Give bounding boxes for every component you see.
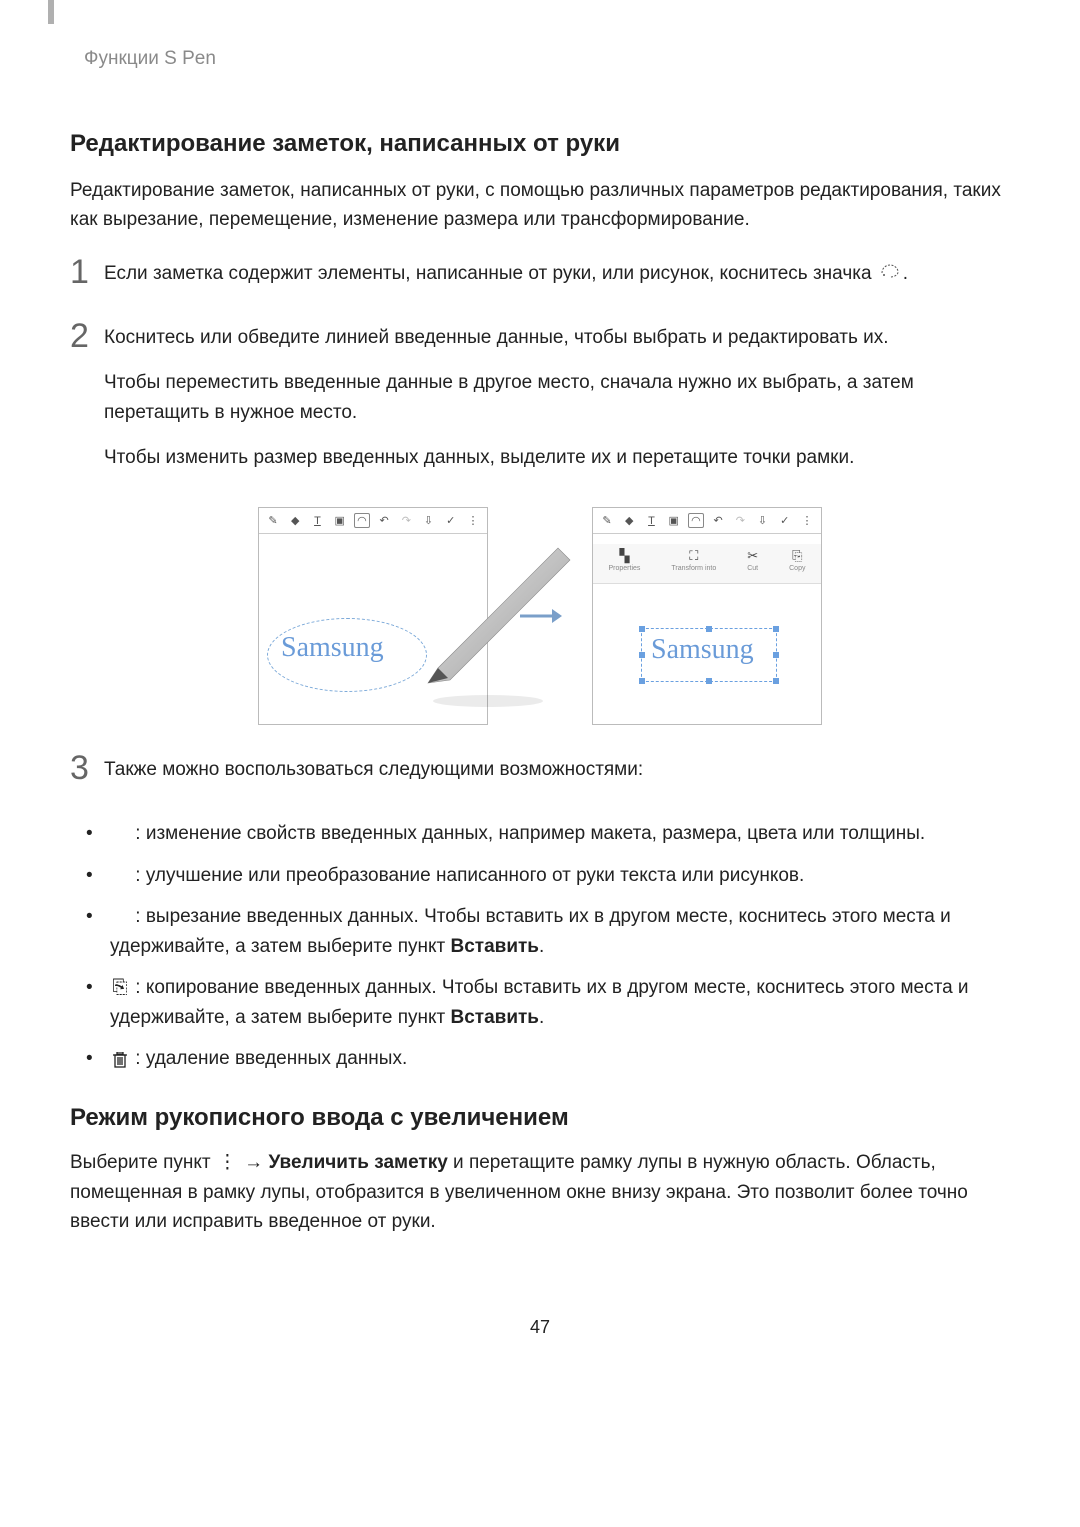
side-tab bbox=[48, 0, 54, 24]
figure-left-toolbar: ✎ ◆ T ▣ ◠ ↶ ↷ ⇩ ✓ ⋮ bbox=[259, 508, 487, 534]
bullet-properties: : изменение свойств введенных данных, на… bbox=[110, 819, 1010, 848]
undo-icon: ↶ bbox=[710, 514, 726, 527]
section1-title: Редактирование заметок, написанных от ру… bbox=[70, 130, 1010, 158]
page-number: 47 bbox=[70, 1317, 1010, 1338]
properties-icon: ▚ bbox=[619, 548, 629, 564]
pen-icon: ✎ bbox=[599, 514, 615, 527]
check-icon: ✓ bbox=[777, 514, 793, 527]
handwriting-sample-right: Samsung bbox=[651, 634, 754, 666]
step-2-p2: Чтобы переместить введенные данные в дру… bbox=[104, 368, 1010, 429]
more-icon: ⋮ bbox=[799, 514, 815, 527]
eraser-icon: ◆ bbox=[287, 514, 303, 527]
arrow-right-icon bbox=[518, 606, 562, 626]
lasso-tool-selected-icon: ◠ bbox=[688, 513, 704, 528]
attach-icon: ⇩ bbox=[755, 514, 771, 527]
transform-icon: ⛶ bbox=[689, 548, 698, 564]
bullet-copy: ⎘ : копирование введенных данных. Чтобы … bbox=[110, 973, 1010, 1032]
cut-icon: ✂ bbox=[747, 548, 758, 564]
undo-icon: ↶ bbox=[376, 514, 392, 527]
step-2-p3: Чтобы изменить размер введенных данных, … bbox=[104, 443, 1010, 473]
lasso-select-icon bbox=[879, 259, 901, 289]
bullet-transform: : улучшение или преобразование написанно… bbox=[110, 861, 1010, 890]
bullet-delete: : удаление введенных данных. bbox=[110, 1044, 1010, 1074]
delete-bullet-icon bbox=[110, 1045, 130, 1074]
lasso-tool-selected-icon: ◠ bbox=[354, 513, 370, 528]
step-3: 3 Также можно воспользоваться следующими… bbox=[70, 755, 1010, 799]
more-icon: ⋮ bbox=[465, 514, 481, 527]
context-cut: ✂Cut bbox=[747, 548, 758, 572]
options-list: : изменение свойств введенных данных, на… bbox=[70, 819, 1010, 1074]
figure-illustration: ✎ ◆ T ▣ ◠ ↶ ↷ ⇩ ✓ ⋮ Samsung bbox=[70, 507, 1010, 725]
copy-icon: ⎘ bbox=[792, 548, 802, 564]
step-2-number: 2 bbox=[70, 319, 104, 353]
figure-right-panel: ✎ ◆ T ▣ ◠ ↶ ↷ ⇩ ✓ ⋮ ▚Properties ⛶Transfo… bbox=[592, 507, 822, 725]
attach-icon: ⇩ bbox=[421, 514, 437, 527]
camera-icon: ▣ bbox=[332, 514, 348, 527]
copy-bullet-icon: ⎘ bbox=[110, 973, 130, 1002]
step-1-number: 1 bbox=[70, 255, 104, 289]
context-transform: ⛶Transform into bbox=[671, 548, 716, 572]
text-icon: T bbox=[309, 515, 325, 527]
redo-icon: ↷ bbox=[732, 514, 748, 527]
breadcrumb: Функции S Pen bbox=[70, 48, 1010, 70]
check-icon: ✓ bbox=[443, 514, 459, 527]
section2-body: Выберите пункт ⋮ → Увеличить заметку и п… bbox=[70, 1148, 1010, 1237]
context-toolbar: ▚Properties ⛶Transform into ✂Cut ⎘Copy bbox=[593, 544, 821, 584]
step-2: 2 Коснитесь или обведите линией введенны… bbox=[70, 323, 1010, 487]
context-properties: ▚Properties bbox=[608, 548, 640, 572]
step-2-p1: Коснитесь или обведите линией введенные … bbox=[104, 323, 1010, 353]
text-icon: T bbox=[643, 515, 659, 527]
figure-right-toolbar: ✎ ◆ T ▣ ◠ ↶ ↷ ⇩ ✓ ⋮ bbox=[593, 508, 821, 534]
section2-title: Режим рукописного ввода с увеличением bbox=[70, 1104, 1010, 1132]
bullet-cut: : вырезание введенных данных. Чтобы вста… bbox=[110, 902, 1010, 961]
pen-icon: ✎ bbox=[265, 514, 281, 527]
section1-intro: Редактирование заметок, написанных от ру… bbox=[70, 176, 1010, 235]
step-1-text: Если заметка содержит элементы, написанн… bbox=[104, 259, 1010, 290]
more-vertical-icon: ⋮ bbox=[218, 1148, 237, 1177]
figure-left-panel: ✎ ◆ T ▣ ◠ ↶ ↷ ⇩ ✓ ⋮ Samsung bbox=[258, 507, 488, 725]
eraser-icon: ◆ bbox=[621, 514, 637, 527]
step-1: 1 Если заметка содержит элементы, написа… bbox=[70, 259, 1010, 304]
step-3-number: 3 bbox=[70, 751, 104, 785]
handwriting-sample-left: Samsung bbox=[281, 632, 384, 664]
camera-icon: ▣ bbox=[666, 514, 682, 527]
step-3-text: Также можно воспользоваться следующими в… bbox=[104, 755, 1010, 785]
context-copy: ⎘Copy bbox=[789, 548, 805, 572]
redo-icon: ↷ bbox=[398, 514, 414, 527]
